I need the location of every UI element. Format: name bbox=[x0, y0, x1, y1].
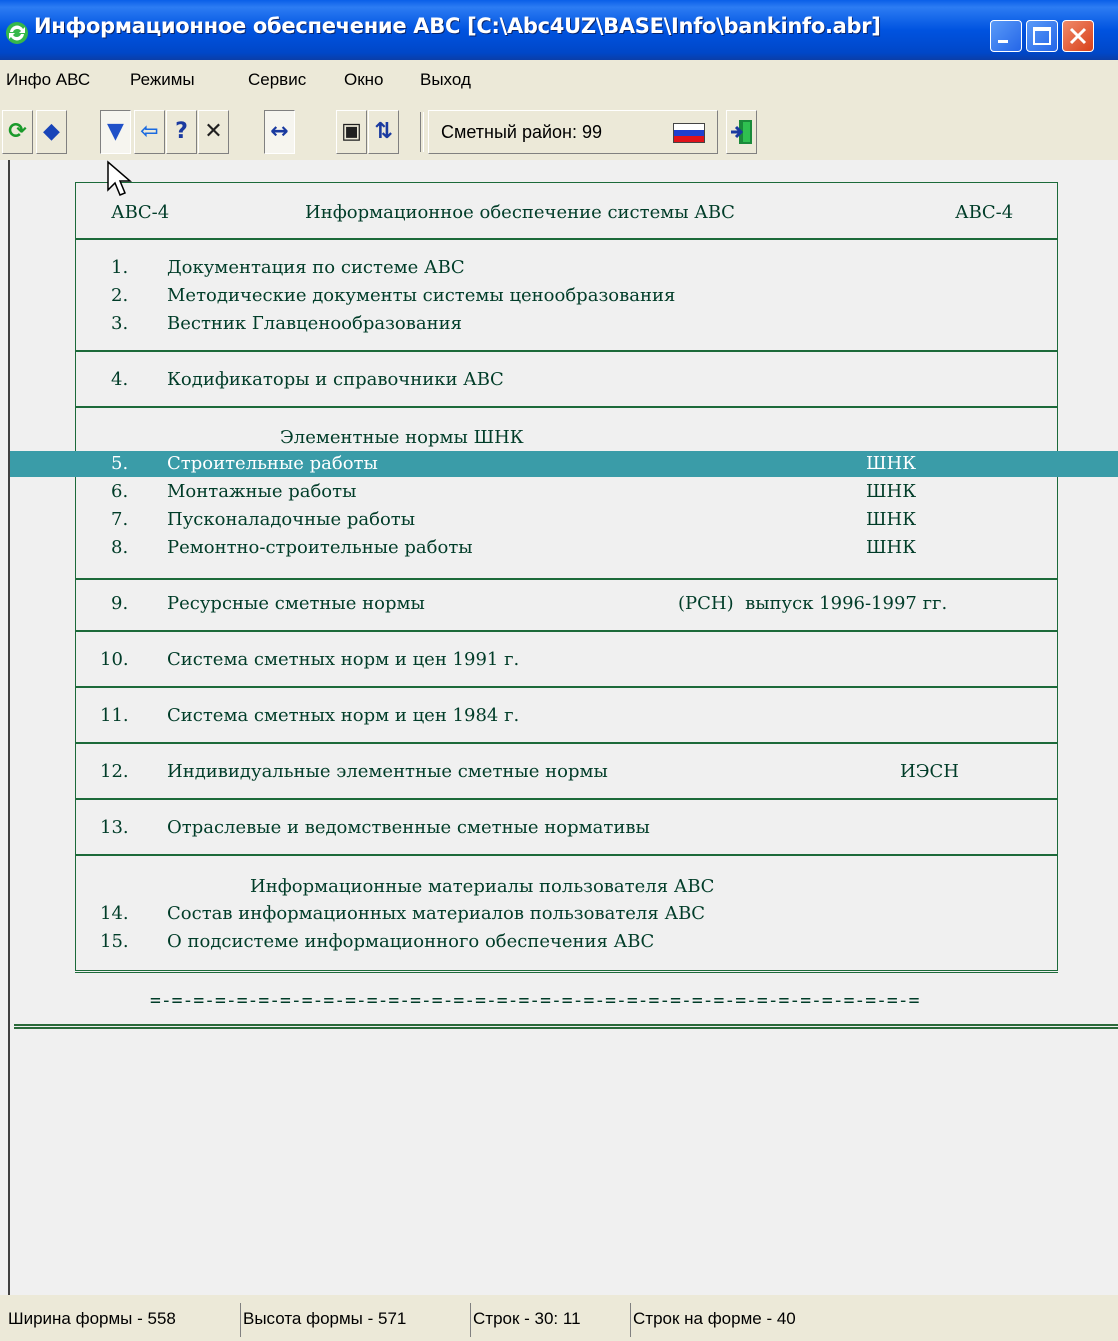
menu-exit[interactable]: Выход bbox=[420, 70, 471, 90]
menu-row-11[interactable]: 11. Система сметных норм и цен 1984 г. bbox=[75, 703, 1058, 729]
menu-row-7[interactable]: 7. Пусконаладочные работы ШНК bbox=[75, 507, 1058, 533]
menu-row-number: 5. bbox=[111, 453, 129, 474]
menu-row-tag: ШНК bbox=[866, 481, 917, 502]
title-bar: Информационное обеспечение АВС [C:\Abc4U… bbox=[0, 0, 1118, 60]
status-rows: Строк - 30: 11 bbox=[470, 1303, 628, 1337]
menu-row-number: 6. bbox=[111, 481, 129, 502]
menu-row-3[interactable]: 3. Вестник Главценообразования bbox=[75, 311, 1058, 337]
menu-row-text: О подсистеме информационного обеспечения… bbox=[167, 931, 655, 952]
menu-row-1[interactable]: 1. Документация по системе АВС bbox=[75, 255, 1058, 281]
header-left: АВС-4 bbox=[111, 202, 170, 223]
menu-row-text: Система сметных норм и цен 1984 г. bbox=[167, 705, 520, 726]
menu-row-tag: ШНК bbox=[866, 453, 917, 474]
header-right: АВС-4 bbox=[955, 202, 1014, 223]
menu-row-number: 10. bbox=[100, 649, 129, 670]
status-rows-on-form: Строк на форме - 40 bbox=[630, 1303, 880, 1337]
footer-dashes: =-=-=-=-=-=-=-=-=-=-=-=-=-=-=-=-=-=-=-=-… bbox=[150, 990, 920, 1011]
help-icon[interactable]: ? bbox=[166, 110, 197, 154]
close-icon bbox=[1069, 27, 1087, 45]
client-left-border bbox=[8, 160, 10, 1295]
estimate-region-label: Сметный район: 99 bbox=[441, 122, 603, 142]
status-form-width: Ширина формы - 558 bbox=[8, 1309, 176, 1328]
menu-row-number: 8. bbox=[111, 537, 129, 558]
menu-modes[interactable]: Режимы bbox=[130, 70, 195, 90]
menu-row-9[interactable]: 9. Ресурсные сметные нормы (РСН) выпуск 19… bbox=[75, 591, 1058, 617]
russia-flag-icon bbox=[673, 123, 705, 143]
menu-row-6[interactable]: 6. Монтажные работы ШНК bbox=[75, 479, 1058, 505]
menu-row-number: 4. bbox=[111, 369, 129, 390]
menu-row-text: Ремонтно-строительные работы bbox=[167, 537, 473, 558]
menu-row-text: Система сметных норм и цен 1991 г. bbox=[167, 649, 520, 670]
menu-row-text: Документация по системе АВС bbox=[167, 257, 465, 278]
section-user-info: Информационные материалы пользователя АВ… bbox=[250, 876, 715, 897]
menu-row-text: Отраслевые и ведомственные сметные норма… bbox=[167, 817, 650, 838]
estimate-region-indicator[interactable]: Сметный район: 99 bbox=[428, 110, 718, 154]
menu-row-number: 12. bbox=[100, 761, 129, 782]
section-elementary-norms: Элементные нормы ШНК bbox=[280, 427, 524, 448]
book-icon[interactable]: ◆ bbox=[36, 110, 67, 154]
menu-row-tag: ШНК bbox=[866, 509, 917, 530]
menu-row-number: 15. bbox=[100, 931, 129, 952]
menu-row-14[interactable]: 14. Состав информационных материалов поль… bbox=[75, 901, 1058, 927]
menu-frame-bottom bbox=[75, 970, 1058, 973]
close-x-icon[interactable]: ✕ bbox=[198, 110, 229, 154]
binoculars-icon[interactable]: ▣ bbox=[336, 110, 367, 154]
menu-row-text: Методические документы системы ценообраз… bbox=[167, 285, 676, 306]
close-button[interactable] bbox=[1062, 20, 1094, 52]
menu-row-5[interactable]: 5. Строительные работы ШНК bbox=[10, 451, 1118, 477]
menu-row-13[interactable]: 13. Отраслевые и ведомственные сметные но… bbox=[75, 815, 1058, 841]
menu-row-number: 9. bbox=[111, 593, 129, 614]
menu-row-number: 3. bbox=[111, 313, 129, 334]
menu-row-number: 13. bbox=[100, 817, 129, 838]
search-next-icon[interactable]: ⇅ bbox=[368, 110, 399, 154]
menu-row-4[interactable]: 4. Кодификаторы и справочники АВС bbox=[75, 367, 1058, 393]
mouse-cursor-icon bbox=[107, 160, 133, 196]
menu-row-tag: (РСН) выпуск 1996-1997 гг. bbox=[678, 593, 948, 614]
menu-row-tag: ШНК bbox=[866, 537, 917, 558]
maximize-button[interactable] bbox=[1026, 20, 1058, 52]
app-refresh-icon bbox=[6, 22, 28, 44]
menu-row-15[interactable]: 15. О подсистеме информационного обеспече… bbox=[75, 929, 1058, 955]
header-title: Информационное обеспечение системы АВС bbox=[305, 202, 735, 223]
width-arrows-icon[interactable]: ↔ bbox=[264, 110, 295, 154]
menu-service[interactable]: Сервис bbox=[248, 70, 306, 90]
menu-row-number: 11. bbox=[100, 705, 129, 726]
back-arrow-icon[interactable]: ⇦ bbox=[134, 110, 165, 154]
exit-door-icon[interactable] bbox=[726, 110, 757, 154]
minimize-button[interactable] bbox=[990, 20, 1022, 52]
maximize-icon bbox=[1033, 27, 1051, 45]
menu-row-10[interactable]: 10. Система сметных норм и цен 1991 г. bbox=[75, 647, 1058, 673]
minimize-icon bbox=[998, 40, 1008, 43]
menu-row-text: Ресурсные сметные нормы bbox=[167, 593, 425, 614]
refresh-icon[interactable]: ⟳ bbox=[2, 110, 33, 154]
menu-bar: Инфо АВС Режимы Сервис Окно Выход bbox=[0, 62, 1118, 100]
menu-info-abc[interactable]: Инфо АВС bbox=[6, 70, 90, 90]
menu-row-number: 1. bbox=[111, 257, 129, 278]
status-bar: Ширина формы - 558 Высота формы - 571 Ст… bbox=[0, 1299, 1118, 1341]
menu-row-text: Состав информационных материалов пользов… bbox=[167, 903, 706, 924]
menu-row-8[interactable]: 8. Ремонтно-строительные работы ШНК bbox=[75, 535, 1058, 561]
menu-row-text: Кодификаторы и справочники АВС bbox=[167, 369, 504, 390]
menu-row-2[interactable]: 2. Методические документы системы ценообр… bbox=[75, 283, 1058, 309]
menu-row-number: 2. bbox=[111, 285, 129, 306]
menu-row-text: Индивидуальные элементные сметные нормы bbox=[167, 761, 608, 782]
menu-row-12[interactable]: 12. Индивидуальные элементные сметные нор… bbox=[75, 759, 1058, 785]
toolbar: ⟳ ◆ ▼ ⇦? ✕ ↔ ▣ ⇅ Сметный район: 99 bbox=[0, 108, 1118, 158]
menu-row-tag: ИЭСН bbox=[900, 761, 959, 782]
status-form-height: Высота формы - 571 bbox=[240, 1303, 466, 1337]
menu-row-number: 14. bbox=[100, 903, 129, 924]
menu-row-number: 7. bbox=[111, 509, 129, 530]
menu-row-text: Монтажные работы bbox=[167, 481, 357, 502]
menu-row-text: Строительные работы bbox=[167, 453, 378, 474]
catalog-icon[interactable]: ▼ bbox=[100, 110, 131, 154]
menu-row-text: Вестник Главценообразования bbox=[167, 313, 462, 334]
menu-row-text: Пусконаладочные работы bbox=[167, 509, 416, 530]
double-separator bbox=[14, 1024, 1118, 1029]
window-title: Информационное обеспечение АВС [C:\Abc4U… bbox=[34, 14, 881, 38]
menu-window[interactable]: Окно bbox=[344, 70, 384, 90]
